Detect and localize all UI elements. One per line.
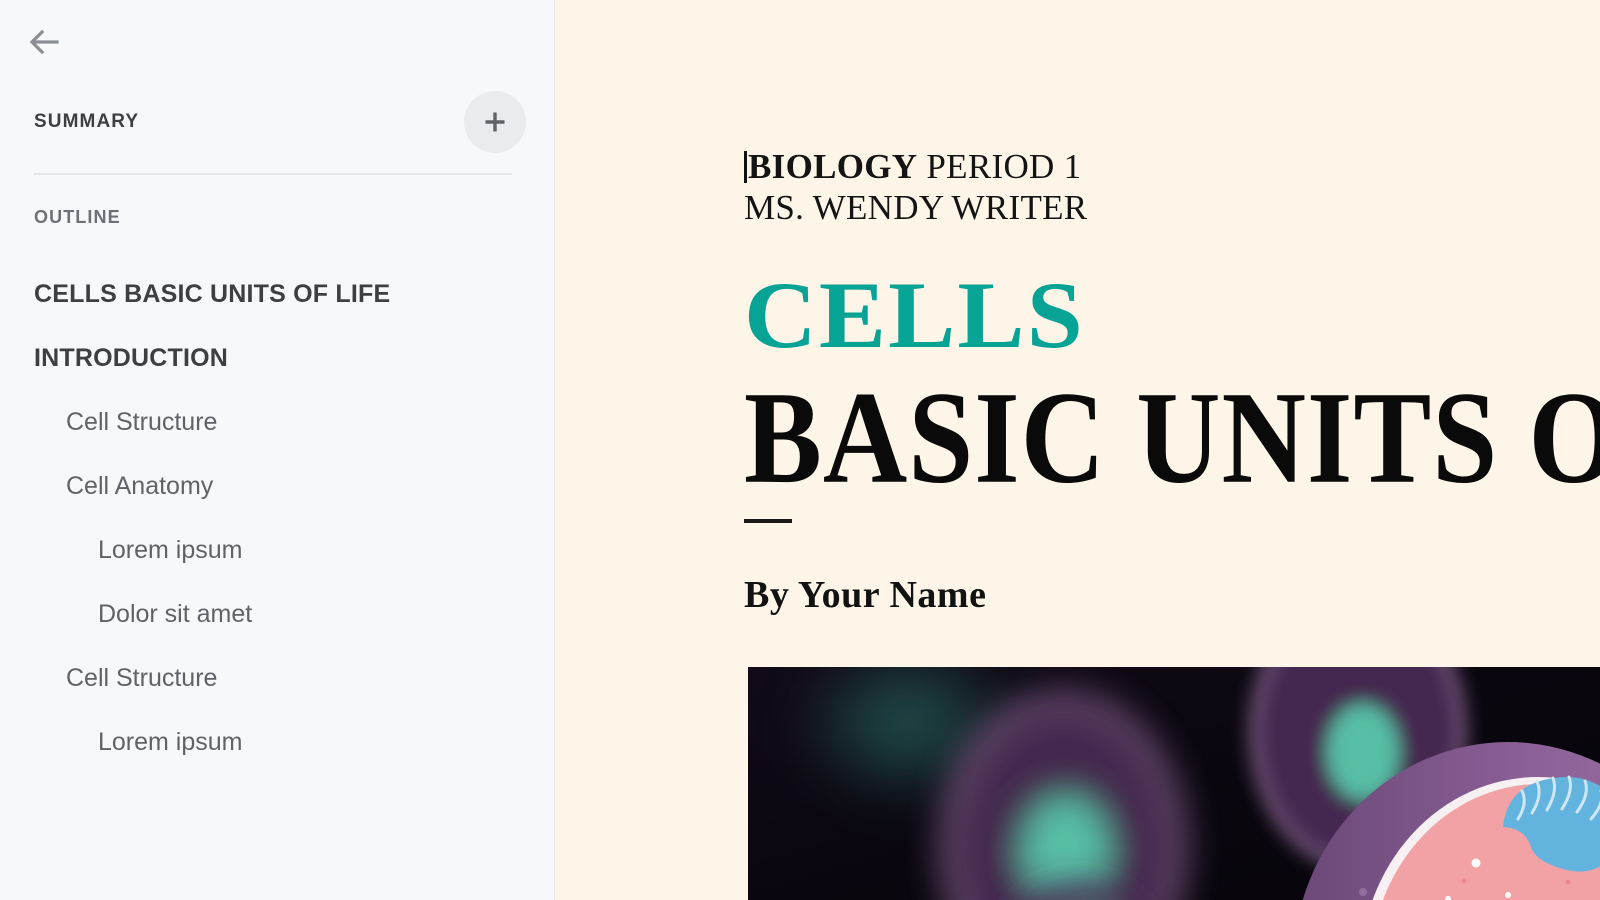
summary-header: SUMMARY [34, 91, 526, 153]
document-byline[interactable]: By Your Name [744, 573, 986, 617]
outline-item-dolor-sit-amet[interactable]: Dolor sit amet [0, 582, 554, 646]
outline-item-label: Cell Structure [66, 663, 218, 692]
outline-item-label: Cell Anatomy [66, 471, 214, 500]
outline-item-cell-structure-2[interactable]: Cell Structure [0, 646, 554, 710]
document-kicker[interactable]: BIOLOGY PERIOD 1 MS. WENDY WRITER [744, 146, 1087, 229]
kicker-subject: BIOLOGY [748, 147, 918, 186]
outline-label: OUTLINE [34, 207, 121, 227]
summary-label: SUMMARY [34, 111, 140, 132]
document-canvas[interactable]: BIOLOGY PERIOD 1 MS. WENDY WRITER CELLS … [555, 0, 1600, 900]
outline-item-cell-structure-1[interactable]: Cell Structure [0, 390, 554, 454]
outline-item-lorem-ipsum-1[interactable]: Lorem ipsum [0, 518, 554, 582]
outline-item-introduction[interactable]: INTRODUCTION [0, 326, 554, 390]
app-root: SUMMARY OUTLINE CELLS BASIC UNITS OF LIF… [0, 0, 1600, 900]
document-content: BIOLOGY PERIOD 1 MS. WENDY WRITER CELLS … [744, 0, 1600, 900]
title-rule [744, 519, 792, 523]
kicker-teacher: MS. WENDY WRITER [744, 188, 1088, 228]
sidebar-divider [34, 173, 512, 175]
outline-item-label: Lorem ipsum [98, 535, 243, 564]
outline-item-cell-anatomy[interactable]: Cell Anatomy [0, 454, 554, 518]
kicker-period: PERIOD 1 [917, 147, 1082, 186]
document-title-accent[interactable]: CELLS [744, 268, 1085, 363]
document-title-main[interactable]: BASIC UNITS OF [744, 371, 1600, 504]
cell-illustration-icon [748, 667, 1600, 900]
outline-item-cells-basic-units-of-life[interactable]: CELLS BASIC UNITS OF LIFE [0, 262, 554, 326]
outline-item-lorem-ipsum-2[interactable]: Lorem ipsum [0, 710, 554, 774]
outline-list: CELLS BASIC UNITS OF LIFE INTRODUCTION C… [0, 262, 554, 774]
back-button[interactable] [20, 18, 68, 66]
outline-item-label: INTRODUCTION [34, 343, 229, 372]
add-summary-button[interactable] [464, 91, 526, 153]
outline-item-label: CELLS BASIC UNITS OF LIFE [34, 279, 391, 308]
sidebar: SUMMARY OUTLINE CELLS BASIC UNITS OF LIF… [0, 0, 555, 900]
outline-item-label: Lorem ipsum [98, 727, 243, 756]
outline-item-label: Cell Structure [66, 407, 218, 436]
outline-item-label: Dolor sit amet [98, 599, 253, 628]
text-caret [744, 151, 747, 183]
hero-image[interactable] [748, 667, 1600, 900]
plus-icon [482, 109, 508, 135]
arrow-left-icon [24, 22, 64, 62]
